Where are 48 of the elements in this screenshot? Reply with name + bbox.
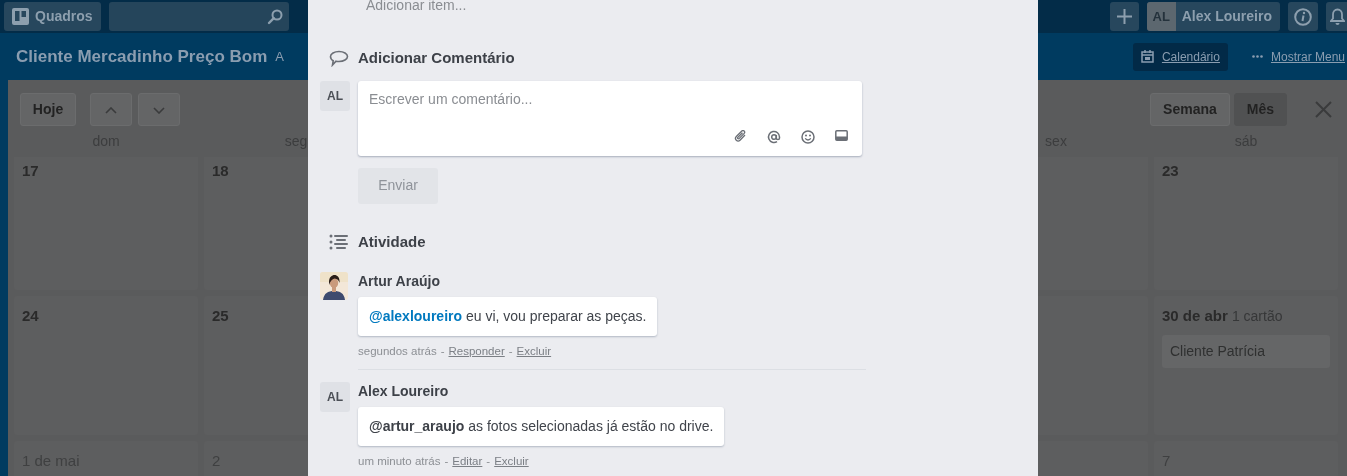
author-name: Alex Loureiro bbox=[358, 382, 450, 402]
section-title: Atividade bbox=[358, 231, 426, 252]
search-field[interactable] bbox=[108, 2, 289, 31]
comment-field[interactable]: Escrever um comentário... bbox=[358, 80, 862, 156]
bell-icon bbox=[1330, 8, 1345, 25]
board-title: Cliente Mercadinho Preço Bom bbox=[16, 45, 268, 68]
comment-action-link[interactable]: Editar bbox=[452, 453, 483, 471]
comment-action-link[interactable]: Excluir bbox=[494, 453, 529, 471]
separator-text: - bbox=[508, 344, 513, 359]
calendar-button[interactable]: Calendário bbox=[1132, 42, 1228, 71]
add-button[interactable] bbox=[1109, 2, 1139, 31]
speech-bubble-icon bbox=[329, 49, 349, 67]
ellipsis-icon bbox=[1251, 55, 1263, 58]
user-avatar: AL bbox=[1146, 2, 1176, 31]
list-icon bbox=[329, 233, 349, 250]
chevron-down-icon bbox=[153, 106, 165, 114]
separator-text: - bbox=[486, 454, 491, 470]
comment-bubble: @artur_araujo as fotos selecionadas já estão no drive. bbox=[358, 407, 725, 447]
user-avatar: AL bbox=[320, 80, 350, 111]
paperclip-icon[interactable] bbox=[734, 129, 747, 143]
comment-action-link[interactable]: Responder bbox=[448, 343, 505, 361]
comment-bubble: @alexloureiro eu vi, vou preparar as peças. bbox=[358, 297, 658, 336]
boards-icon bbox=[12, 8, 29, 25]
info-button[interactable] bbox=[1288, 2, 1318, 31]
user-avatar: AL bbox=[320, 382, 350, 413]
notifications-button[interactable] bbox=[1326, 2, 1347, 31]
mention-icon[interactable] bbox=[767, 129, 781, 144]
calendar-icon bbox=[1140, 50, 1154, 63]
boards-button[interactable]: Quadros bbox=[4, 2, 101, 31]
timestamp: um minuto atrás bbox=[358, 454, 441, 470]
add-item-link[interactable]: Adicionar item... bbox=[366, 0, 467, 16]
card-icon[interactable] bbox=[835, 129, 848, 141]
info-icon bbox=[1294, 7, 1312, 26]
separator-text: - bbox=[444, 454, 449, 470]
separator-text: - bbox=[440, 344, 445, 359]
today-button[interactable]: Hoje bbox=[20, 93, 76, 126]
profile-button[interactable]: AL Alex Loureiro bbox=[1146, 2, 1280, 31]
view-button[interactable]: Semana bbox=[1150, 93, 1230, 126]
menu-button[interactable]: Mostrar Menu bbox=[1243, 42, 1347, 71]
comment-action-link[interactable]: Excluir bbox=[516, 343, 552, 361]
emoji-icon[interactable] bbox=[801, 129, 815, 144]
chevron-up-icon bbox=[105, 106, 117, 114]
search-icon bbox=[266, 8, 283, 25]
board-link[interactable]: A bbox=[275, 46, 284, 67]
section-title: Adicionar Comentário bbox=[358, 48, 515, 68]
author-name: Artur Araújo bbox=[358, 272, 441, 291]
timestamp: segundos atrás bbox=[358, 344, 437, 359]
plus-icon bbox=[1116, 9, 1132, 24]
